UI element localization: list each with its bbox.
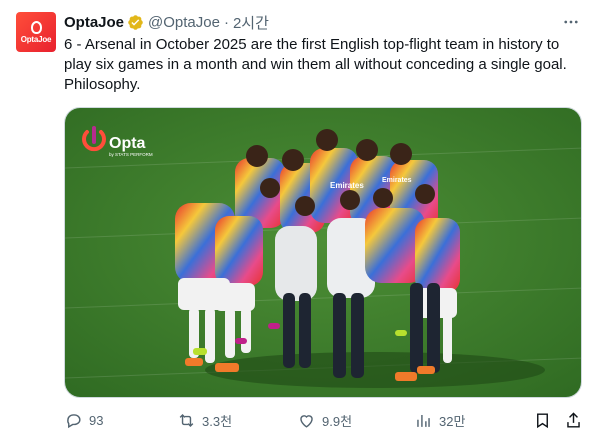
verified-badge-icon[interactable] (127, 14, 144, 31)
watermark-brand: Opta (109, 135, 146, 152)
tweet-card[interactable]: OptaJoe OptaJoe @OptaJoe · 2시간 6 - Arsen… (0, 0, 598, 443)
reply-count: 93 (89, 412, 104, 428)
bookmark-button[interactable] (533, 405, 552, 435)
reply-button[interactable]: 93 (64, 405, 103, 435)
like-button[interactable]: 9.9천 (297, 405, 352, 435)
views-button[interactable]: 32만 (414, 405, 465, 435)
opta-logo-icon (30, 20, 42, 34)
more-dots-icon (564, 20, 578, 24)
team-huddle-photo: Emirates Emirates Opta by STATS PERFORM (65, 108, 581, 397)
author-avatar[interactable]: OptaJoe (16, 12, 56, 52)
bookmark-icon (537, 412, 548, 428)
tweet-actions-bar: 93 3.3천 9.9천 32만 (64, 405, 584, 435)
tweet-media-photo[interactable]: Emirates Emirates Opta by STATS PERFORM (64, 107, 582, 398)
heart-icon (300, 414, 313, 428)
views-chart-icon (417, 414, 430, 427)
views-count: 32만 (439, 413, 466, 429)
watermark-subtitle: by STATS PERFORM (109, 152, 153, 157)
header-separator: · (223, 13, 229, 31)
share-button[interactable] (564, 405, 583, 435)
tweet-header: OptaJoe @OptaJoe · 2시간 (64, 11, 582, 33)
repost-icon (179, 413, 194, 427)
tweet-timestamp[interactable]: 2시간 (233, 12, 269, 33)
author-display-name[interactable]: OptaJoe (64, 14, 124, 31)
tweet-text: 6 - Arsenal in October 2025 are the firs… (64, 36, 571, 93)
more-options-button[interactable] (560, 11, 582, 33)
share-icon (567, 411, 580, 428)
repost-button[interactable]: 3.3천 (177, 405, 232, 435)
repost-count: 3.3천 (202, 413, 233, 429)
shirt-sponsor-text: Emirates (330, 181, 364, 190)
like-count: 9.9천 (322, 413, 353, 429)
avatar-wordmark: OptaJoe (20, 34, 52, 44)
author-handle[interactable]: @OptaJoe (148, 14, 220, 31)
reply-icon (67, 413, 81, 428)
shirt-sponsor-text-2: Emirates (382, 177, 412, 184)
